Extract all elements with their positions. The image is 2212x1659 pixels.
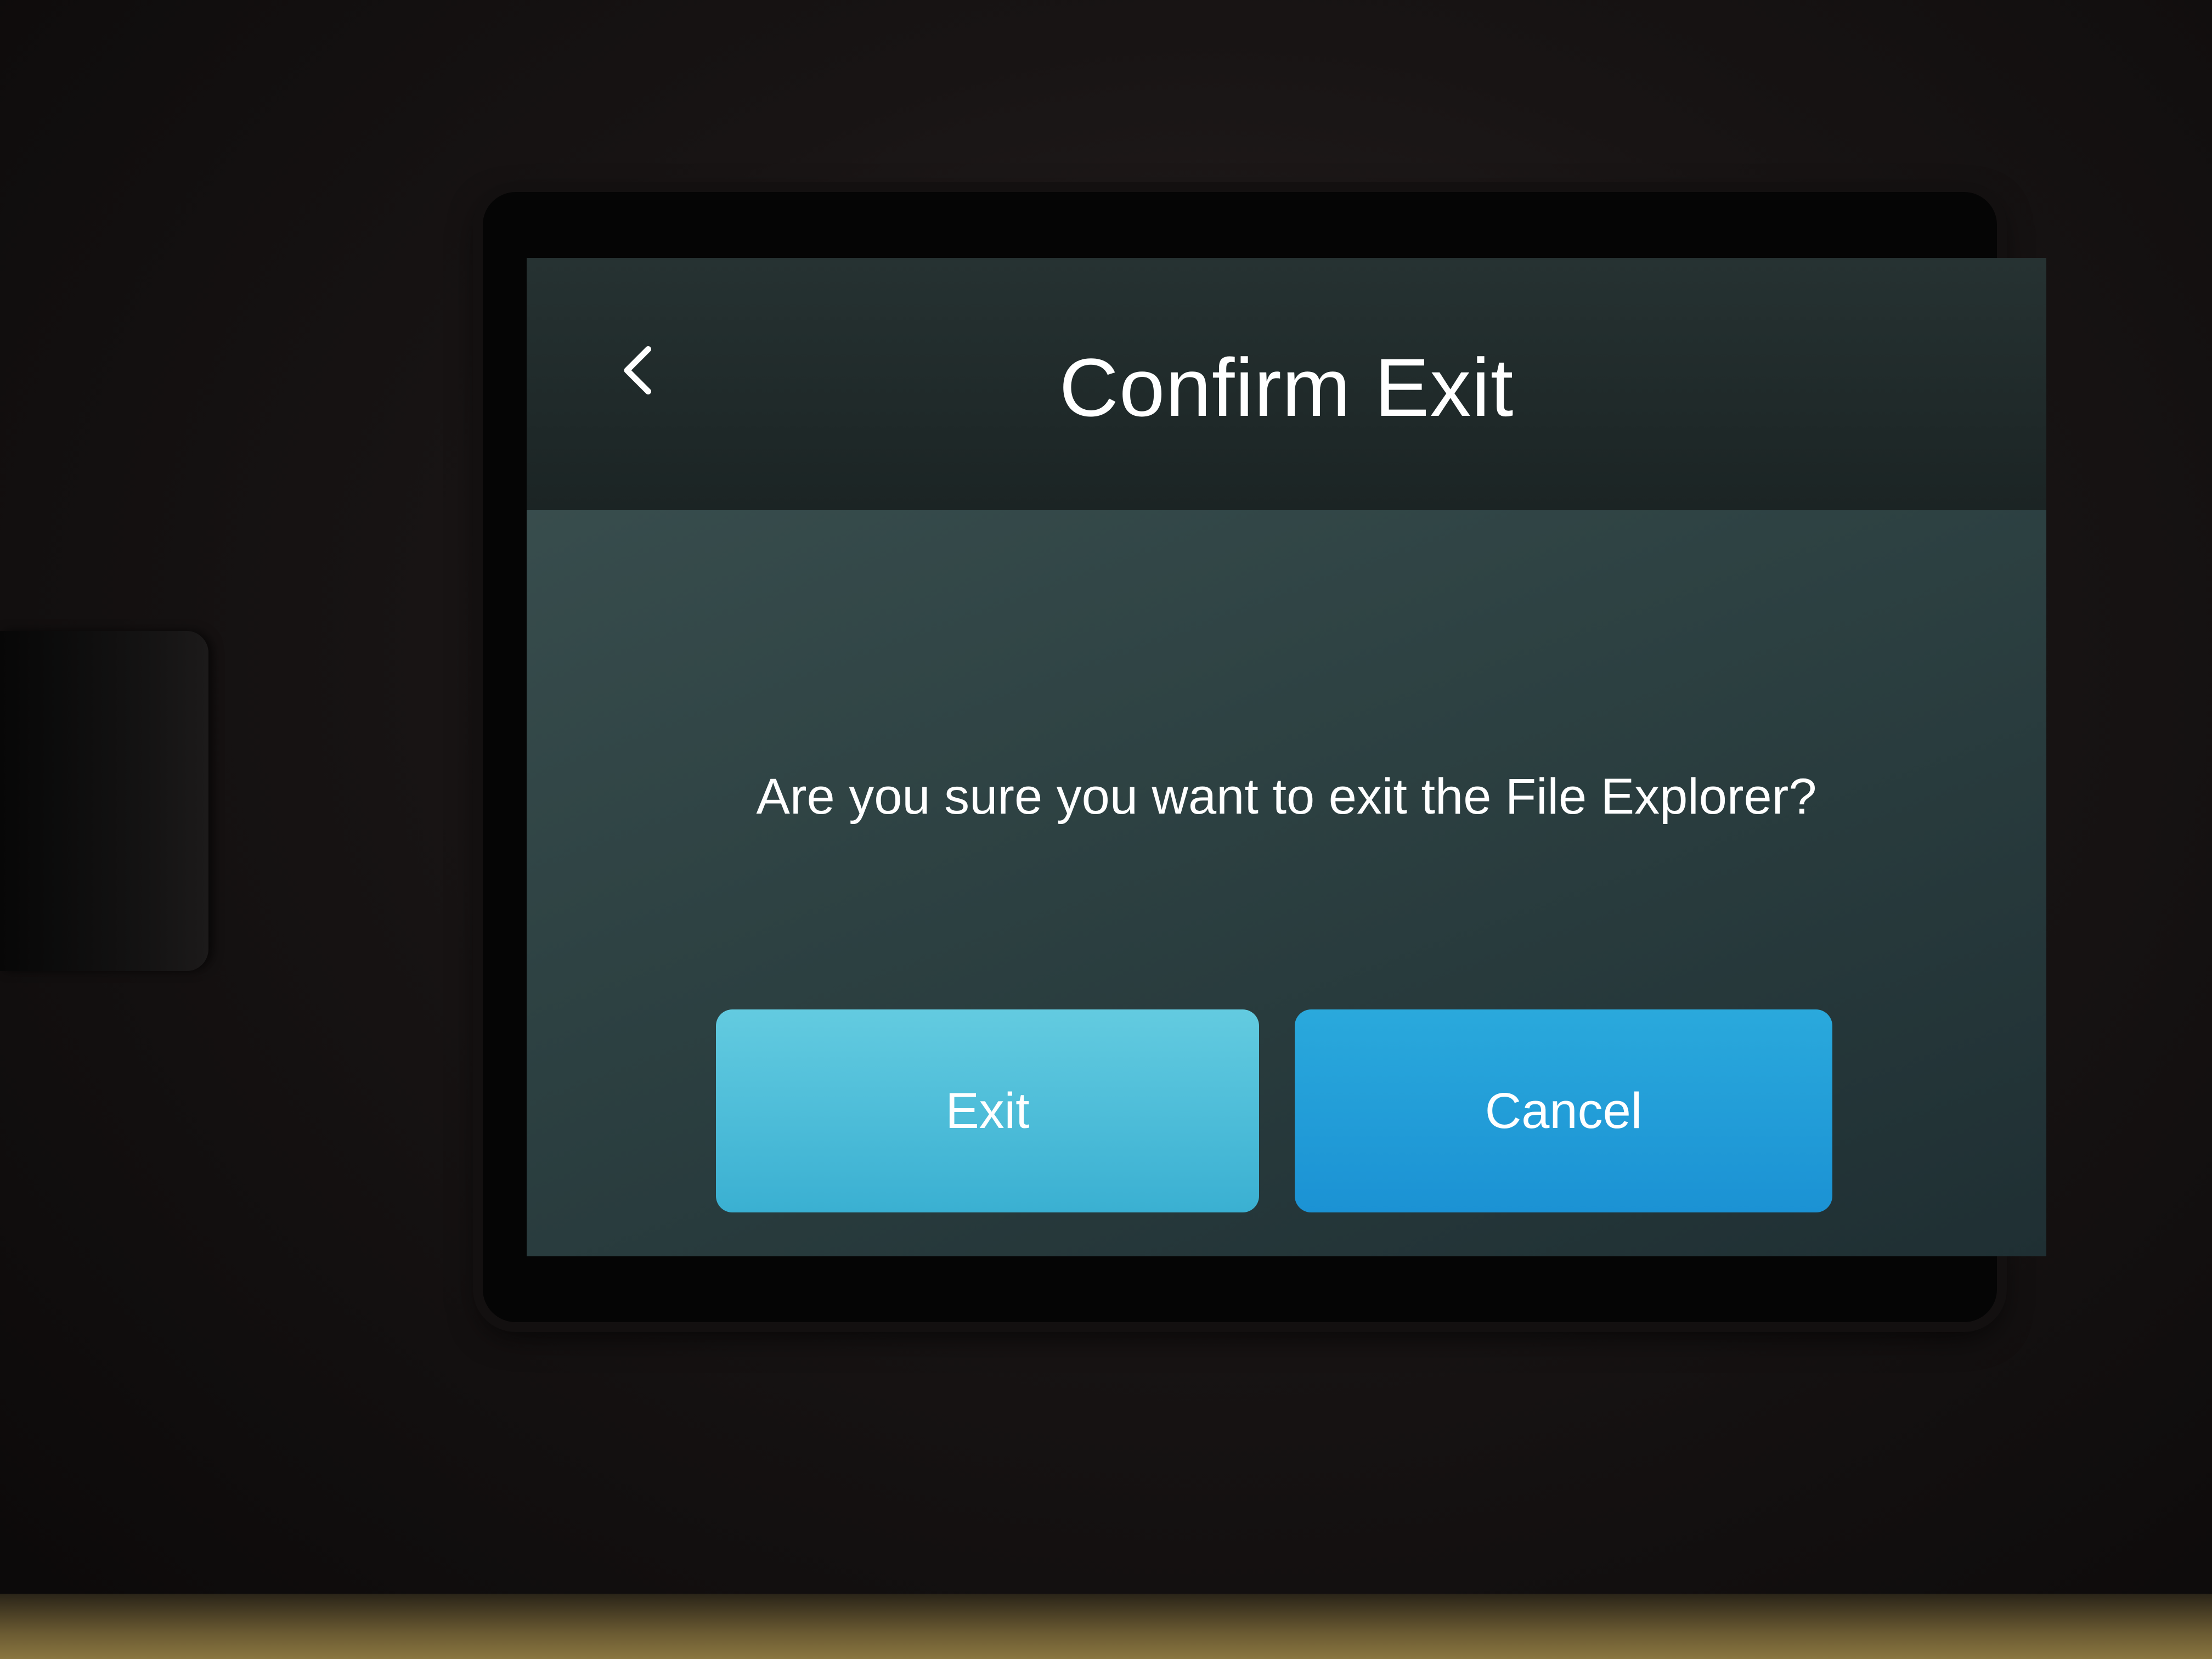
surface-edge [0, 1594, 2212, 1659]
exit-button[interactable]: Exit [716, 1009, 1259, 1212]
page-title: Confirm Exit [1059, 341, 1514, 433]
device-side-port [0, 631, 208, 971]
confirm-message: Are you sure you want to exit the File E… [756, 769, 1817, 825]
cancel-button[interactable]: Cancel [1295, 1009, 1832, 1212]
touchscreen: Confirm Exit Are you sure you want to ex… [527, 258, 2046, 1256]
header-bar: Confirm Exit [527, 258, 2046, 510]
